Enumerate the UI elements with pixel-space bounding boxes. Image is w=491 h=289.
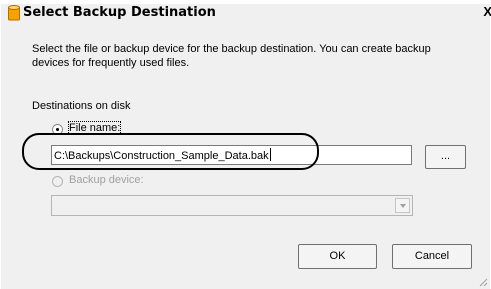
backup-device-radio[interactable] (52, 176, 63, 187)
backup-device-label: Backup device: (69, 174, 144, 186)
description-text: Select the file or backup device for the… (32, 43, 431, 69)
cancel-button[interactable]: Cancel (392, 244, 472, 269)
backup-device-select[interactable] (51, 195, 413, 216)
resize-grip-icon[interactable] (478, 277, 488, 287)
ok-button[interactable]: OK (298, 244, 377, 269)
database-icon (8, 5, 20, 21)
dialog-title: Select Backup Destination (23, 5, 216, 20)
close-button[interactable]: X (483, 4, 491, 20)
chevron-down-icon[interactable] (395, 198, 410, 213)
destinations-group-label: Destinations on disk (32, 100, 131, 112)
title-bar[interactable]: Select Backup Destination X (1, 4, 491, 22)
annotation-circle (22, 133, 319, 170)
browse-button[interactable]: ... (425, 145, 466, 169)
